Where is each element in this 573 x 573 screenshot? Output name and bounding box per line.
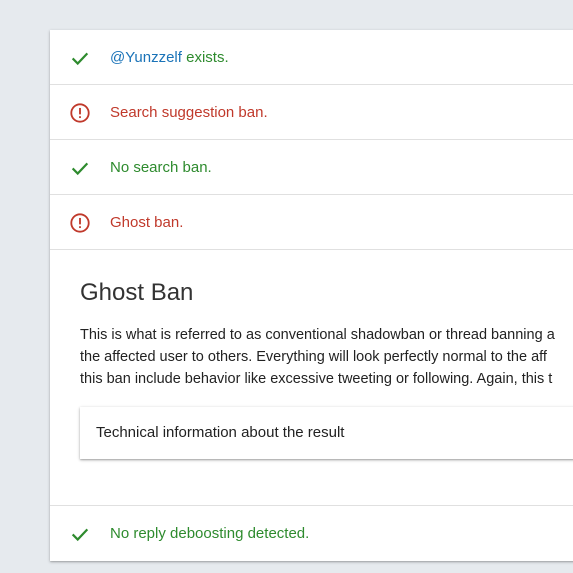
results-card: @Yunzzelf exists. Search suggestion ban.… [50, 30, 573, 561]
description-line: this ban include behavior like excessive… [80, 371, 553, 387]
technical-info-expander[interactable]: Technical information about the result [80, 407, 573, 459]
ghost-ban-title: Ghost Ban [80, 279, 194, 306]
check-icon [71, 162, 89, 176]
exists-suffix: exists. [181, 49, 229, 66]
result-row-exists: @Yunzzelf exists. [50, 30, 573, 85]
alert-circle-icon [70, 103, 90, 123]
result-row-ghost-ban: Ghost ban. [50, 195, 573, 250]
result-row-search-ban: No search ban. [50, 140, 573, 195]
result-text-search-suggestion: Search suggestion ban. [110, 104, 268, 121]
ghost-ban-description: This is what is referred to as conventio… [80, 324, 573, 390]
ghost-ban-detail-panel: Ghost Ban This is what is referred to as… [50, 251, 573, 506]
description-line: This is what is referred to as conventio… [80, 327, 555, 343]
result-text-search-ban: No search ban. [110, 159, 212, 176]
result-text-exists: @Yunzzelf exists. [110, 30, 229, 85]
alert-circle-icon [70, 213, 90, 233]
technical-info-label: Technical information about the result [96, 424, 345, 441]
result-text-reply-deboosting: No reply deboosting detected. [110, 525, 310, 542]
check-icon [71, 52, 89, 66]
result-row-reply-deboosting: No reply deboosting detected. [50, 506, 573, 561]
check-icon [71, 528, 89, 542]
result-row-search-suggestion: Search suggestion ban. [50, 85, 573, 140]
result-text-ghost-ban: Ghost ban. [110, 214, 184, 231]
description-line: the affected user to others. Everything … [80, 349, 547, 365]
user-handle-link[interactable]: @Yunzzelf [110, 49, 182, 66]
